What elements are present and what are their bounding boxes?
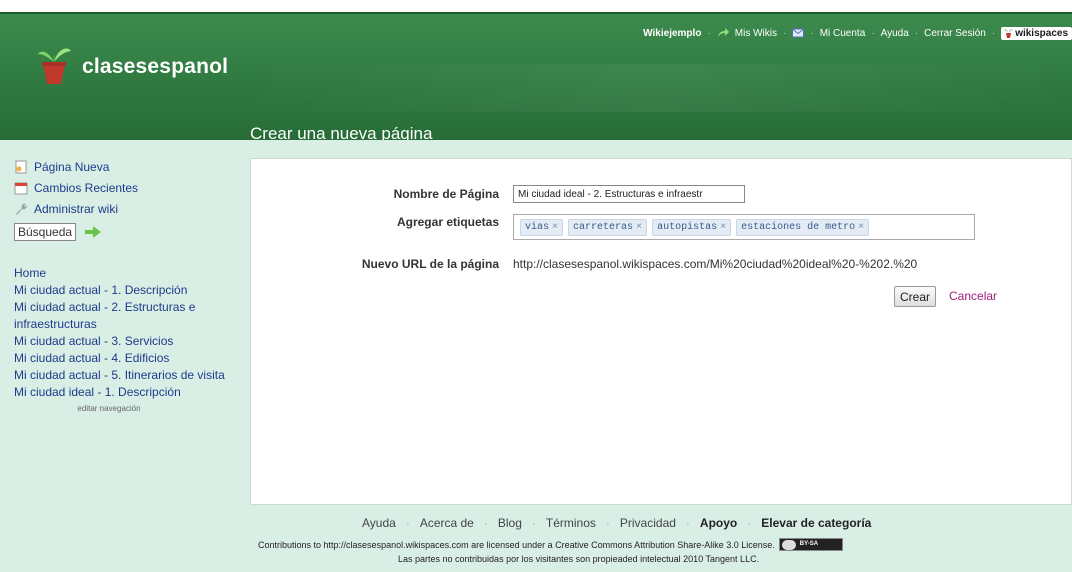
footer-terms-link[interactable]: Términos: [541, 516, 601, 530]
sidebar: Página Nueva Cambios Recientes Administr…: [14, 160, 239, 413]
cc-badge-label: BY-SA: [799, 541, 819, 547]
wikispaces-brand-link[interactable]: wikispaces: [1001, 26, 1072, 40]
my-account-link[interactable]: Mi Cuenta: [820, 28, 866, 39]
calendar-icon: [14, 182, 28, 195]
footer-support-link[interactable]: Apoyo: [695, 516, 742, 530]
recent-changes-link[interactable]: Cambios Recientes: [14, 181, 239, 195]
tags-label: Agregar etiquetas: [396, 215, 499, 229]
url-label: Nuevo URL de la página: [361, 257, 499, 271]
top-navigation: Wikiejemplo · Mis Wikis · · Mi Cuenta · …: [643, 22, 1072, 44]
nav-item[interactable]: Mi ciudad actual - 3. Servicios: [14, 333, 239, 350]
page-name-input[interactable]: [513, 185, 745, 203]
tag-chip: autopistas ×: [652, 218, 732, 236]
logout-link[interactable]: Cerrar Sesión: [924, 28, 986, 39]
new-page-link[interactable]: Página Nueva: [14, 160, 239, 174]
plant-logo-icon: [38, 48, 71, 84]
manage-wiki-link[interactable]: Administrar wiki: [14, 202, 239, 216]
wikispaces-brand-label: wikispaces: [1015, 27, 1068, 39]
cc-logo: [781, 540, 796, 550]
new-page-label: Página Nueva: [34, 160, 110, 174]
new-page-icon: [15, 160, 27, 174]
cancel-link[interactable]: Cancelar: [949, 289, 997, 303]
separator: ·: [914, 27, 919, 39]
navigation-list: Home Mi ciudad actual - 1. Descripción M…: [14, 265, 239, 401]
footer-blog-link[interactable]: Blog: [493, 516, 527, 530]
separator: ·: [783, 27, 787, 39]
manage-wiki-label: Administrar wiki: [34, 202, 119, 216]
search-go-arrow-icon[interactable]: [84, 225, 102, 239]
create-page-panel: Nombre de Página Agregar etiquetas vias×…: [250, 158, 1072, 505]
nav-item[interactable]: Mi ciudad ideal - 1. Descripción: [14, 384, 239, 401]
wrench-icon: [16, 203, 27, 215]
page-name-label: Nombre de Página: [393, 187, 499, 201]
url-row: Nuevo URL de la página http://clasesespa…: [251, 257, 917, 271]
header-decoration: [240, 64, 1072, 112]
wiki-header: clasesespanol Wikiejemplo · Mis Wikis · …: [0, 12, 1072, 143]
top-strip: [0, 0, 1072, 12]
my-wikis-link[interactable]: Mis Wikis: [735, 28, 777, 39]
license-text: Contributions to http://clasesespanol.wi…: [258, 539, 775, 550]
mail-icon[interactable]: [792, 28, 805, 38]
help-link[interactable]: Ayuda: [881, 28, 909, 39]
remove-tag-icon[interactable]: ×: [552, 222, 558, 233]
separator: ·: [605, 516, 610, 530]
page-name-row: Nombre de Página: [251, 185, 745, 203]
nav-item[interactable]: Mi ciudad actual - 4. Edificios: [14, 350, 239, 367]
separator: ·: [747, 516, 752, 530]
separator: ·: [707, 27, 711, 39]
footer-about-link[interactable]: Acerca de: [415, 516, 479, 530]
remove-tag-icon[interactable]: ×: [636, 222, 642, 233]
footer-help-link[interactable]: Ayuda: [357, 516, 401, 530]
tags-field[interactable]: vias × carreteras × autopistas × estaciones…: [513, 214, 975, 240]
footer-links: Ayuda · Acerca de · Blog · Términos · Pr…: [357, 516, 876, 530]
separator: ·: [991, 27, 996, 39]
separator: ·: [685, 516, 690, 530]
nav-item[interactable]: Mi ciudad actual - 1. Descripción: [14, 282, 239, 299]
edit-navigation-link[interactable]: editar navegación: [14, 404, 204, 413]
separator: ·: [871, 27, 875, 39]
remove-tag-icon[interactable]: ×: [720, 222, 726, 233]
tags-row: Agregar etiquetas vias × carreteras × auto…: [251, 214, 975, 240]
ownership-notice: Las partes no contribuidas por los visit…: [398, 554, 760, 564]
nav-item-home[interactable]: Home: [14, 265, 239, 282]
separator: ·: [483, 516, 488, 530]
recent-changes-label: Cambios Recientes: [34, 181, 139, 195]
wikispaces-plant-icon: [1004, 29, 1014, 38]
tag-label: carreteras: [573, 221, 634, 233]
tag-chip: vias ×: [520, 218, 564, 236]
footer-privacy-link[interactable]: Privacidad: [615, 516, 681, 530]
tag-chip: estaciones de metro ×: [736, 218, 870, 236]
create-button[interactable]: Crear: [894, 286, 937, 307]
tag-label: estaciones de metro: [741, 221, 856, 233]
license-notice: Contributions to http://clasesespanol.wi…: [258, 538, 843, 551]
tag-chip: carreteras ×: [568, 218, 648, 236]
wiki-name[interactable]: clasesespanol: [82, 55, 228, 79]
tag-label: vias: [525, 221, 550, 233]
creative-commons-badge-icon[interactable]: BY-SA: [778, 538, 843, 551]
my-wikis-arrow-icon: [717, 28, 729, 37]
nav-item[interactable]: Mi ciudad actual - 2. Estructuras e infr…: [14, 299, 239, 333]
remove-tag-icon[interactable]: ×: [858, 222, 864, 233]
separator: ·: [810, 27, 814, 39]
new-page-url: http://clasesespanol.wikispaces.com/Mi%2…: [513, 257, 918, 271]
search-input[interactable]: [14, 223, 76, 241]
nav-item[interactable]: Mi ciudad actual - 5. Itinerarios de vis…: [14, 367, 239, 384]
separator: ·: [405, 516, 410, 530]
footer-upgrade-link[interactable]: Elevar de categoría: [756, 516, 876, 530]
username-link[interactable]: Wikiejemplo: [643, 28, 701, 39]
separator: ·: [531, 516, 536, 530]
tag-label: autopistas: [657, 221, 718, 233]
search-row: [14, 223, 239, 241]
